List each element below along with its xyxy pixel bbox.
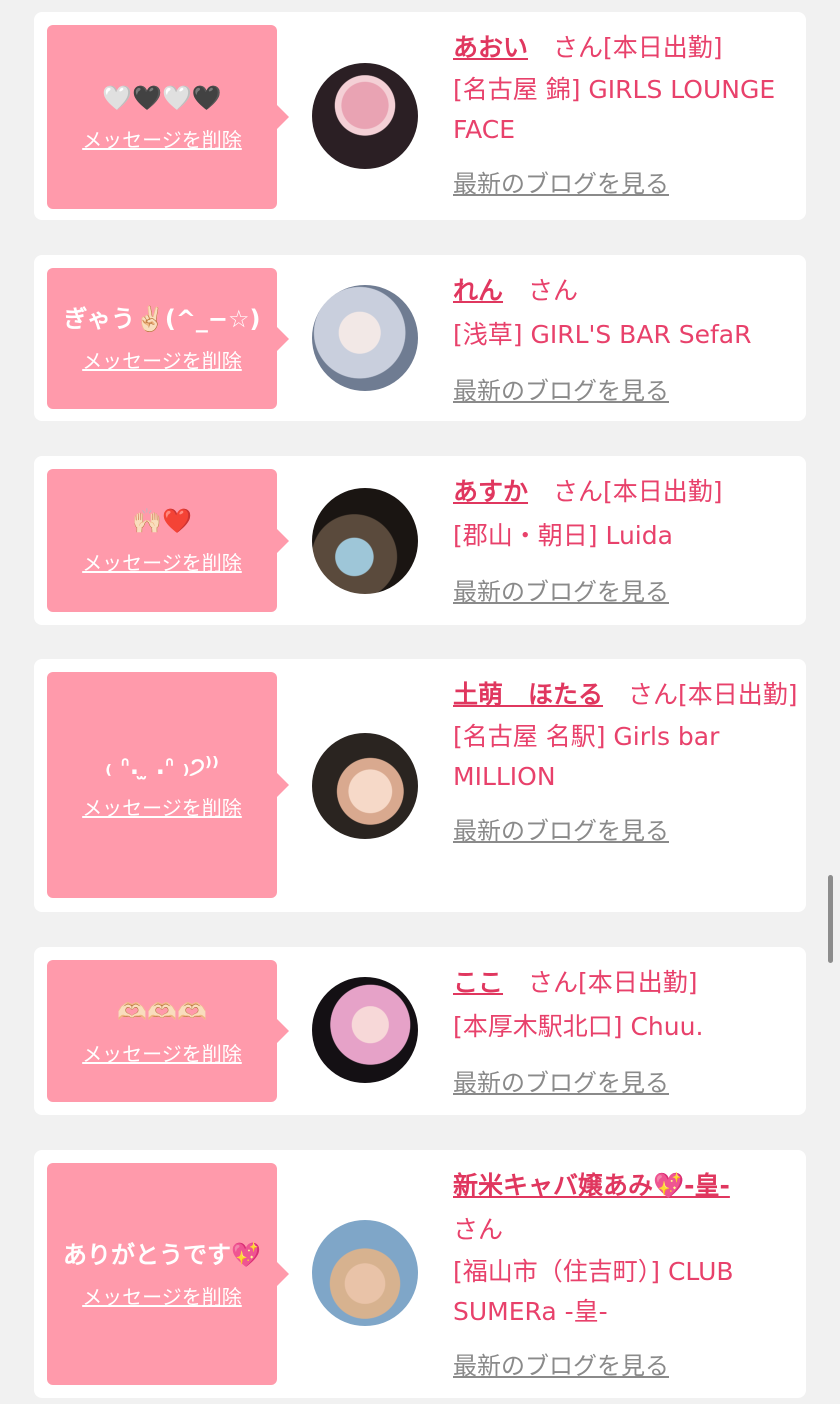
avatar[interactable]	[312, 977, 418, 1083]
name-suffix: さん	[528, 477, 604, 506]
avatar[interactable]	[312, 285, 418, 391]
list-item: ぎゃう✌🏻(^_−☆) メッセージを削除 れん さん [浅草] GIRL'S B…	[34, 255, 806, 421]
name-suffix: さん	[503, 968, 579, 997]
blog-link[interactable]: 最新のブログを見る	[453, 809, 669, 853]
message-text: 🫶🏻🫶🏻🫶🏻	[117, 997, 207, 1026]
message-text: 🤍🖤🤍🖤	[102, 83, 222, 112]
name-suffix: さん	[528, 33, 604, 62]
profile-info: あすか さん[本日出勤] [郡山・朝日] Luida 最新のブログを見る	[453, 470, 798, 614]
blog-link[interactable]: 最新のブログを見る	[453, 570, 669, 614]
shop-name: [浅草] GIRL'S BAR SefaR	[453, 320, 752, 349]
delete-message-link[interactable]: メッセージを削除	[82, 792, 242, 821]
message-bubble: 🫶🏻🫶🏻🫶🏻 メッセージを削除	[47, 960, 289, 1102]
profile-name-link[interactable]: あすか	[453, 477, 528, 506]
delete-message-link[interactable]: メッセージを削除	[82, 1281, 242, 1310]
status-badge: [本日出勤]	[578, 968, 698, 997]
scrollbar[interactable]	[828, 875, 833, 963]
status-badge: [本日出勤]	[603, 477, 723, 506]
avatar[interactable]	[312, 1220, 418, 1326]
profile-name-link[interactable]: あおい	[453, 33, 528, 62]
profile-info: あおい さん[本日出勤] [名古屋 錦] GIRLS LOUNGE FACE 最…	[453, 26, 798, 206]
avatar[interactable]	[312, 63, 418, 169]
status-badge: [本日出勤]	[603, 33, 723, 62]
blog-link[interactable]: 最新のブログを見る	[453, 1344, 669, 1388]
name-suffix: さん	[603, 680, 679, 709]
message-list: 🤍🖤🤍🖤 メッセージを削除 あおい さん[本日出勤] [名古屋 錦] GIRLS…	[0, 0, 840, 1404]
blog-link[interactable]: 最新のブログを見る	[453, 162, 669, 206]
list-item: 🤍🖤🤍🖤 メッセージを削除 あおい さん[本日出勤] [名古屋 錦] GIRLS…	[34, 12, 806, 220]
delete-message-link[interactable]: メッセージを削除	[82, 345, 242, 374]
message-bubble: 🙌🏻❤️ メッセージを削除	[47, 469, 289, 612]
message-bubble: ぎゃう✌🏻(^_−☆) メッセージを削除	[47, 268, 289, 409]
blog-link[interactable]: 最新のブログを見る	[453, 1061, 669, 1105]
delete-message-link[interactable]: メッセージを削除	[82, 547, 242, 576]
list-item: 🫶🏻🫶🏻🫶🏻 メッセージを削除 ここ さん[本日出勤] [本厚木駅北口] Chu…	[34, 947, 806, 1115]
message-text: ₍ ᐢ. ̫ .ᐢ ₎੭⁾⁾	[105, 751, 219, 780]
shop-name: [本厚木駅北口] Chuu.	[453, 1012, 704, 1041]
list-item: 🙌🏻❤️ メッセージを削除 あすか さん[本日出勤] [郡山・朝日] Luida…	[34, 456, 806, 625]
shop-name: [郡山・朝日] Luida	[453, 521, 673, 550]
blog-link[interactable]: 最新のブログを見る	[453, 369, 669, 413]
message-bubble: 🤍🖤🤍🖤 メッセージを削除	[47, 25, 289, 209]
avatar[interactable]	[312, 733, 418, 839]
message-text: ぎゃう✌🏻(^_−☆)	[63, 305, 261, 333]
profile-name-link[interactable]: れん	[453, 276, 503, 305]
name-suffix: さん	[503, 276, 579, 305]
status-badge: [本日出勤]	[678, 680, 798, 709]
delete-message-link[interactable]: メッセージを削除	[82, 124, 242, 153]
name-suffix: さん	[453, 1215, 504, 1244]
message-text: ありがとうです💖	[63, 1240, 261, 1269]
avatar[interactable]	[312, 488, 418, 594]
message-bubble: ありがとうです💖 メッセージを削除	[47, 1163, 289, 1385]
message-bubble: ₍ ᐢ. ̫ .ᐢ ₎੭⁾⁾ メッセージを削除	[47, 672, 289, 898]
profile-info: 土萌 ほたる さん[本日出勤] [名古屋 名駅] Girls bar MILLI…	[453, 673, 798, 853]
profile-info: 新米キャバ嬢あみ💖-皇- さん [福山市（住吉町）] CLUB SUMERa -皇…	[453, 1164, 798, 1388]
profile-name-link[interactable]: 土萌 ほたる	[453, 680, 603, 709]
profile-name-link[interactable]: ここ	[453, 968, 503, 997]
delete-message-link[interactable]: メッセージを削除	[82, 1038, 242, 1067]
profile-info: れん さん [浅草] GIRL'S BAR SefaR 最新のブログを見る	[453, 269, 798, 413]
shop-name: [福山市（住吉町）] CLUB SUMERa -皇-	[453, 1257, 734, 1326]
shop-name: [名古屋 名駅] Girls bar MILLION	[453, 722, 720, 791]
profile-name-link[interactable]: 新米キャバ嬢あみ💖-皇-	[453, 1171, 730, 1200]
list-item: ₍ ᐢ. ̫ .ᐢ ₎੭⁾⁾ メッセージを削除 土萌 ほたる さん[本日出勤] …	[34, 659, 806, 912]
message-text: 🙌🏻❤️	[132, 507, 192, 535]
shop-name: [名古屋 錦] GIRLS LOUNGE FACE	[453, 75, 776, 144]
profile-info: ここ さん[本日出勤] [本厚木駅北口] Chuu. 最新のブログを見る	[453, 961, 798, 1105]
list-item: ありがとうです💖 メッセージを削除 新米キャバ嬢あみ💖-皇- さん [福山市（住吉…	[34, 1150, 806, 1398]
